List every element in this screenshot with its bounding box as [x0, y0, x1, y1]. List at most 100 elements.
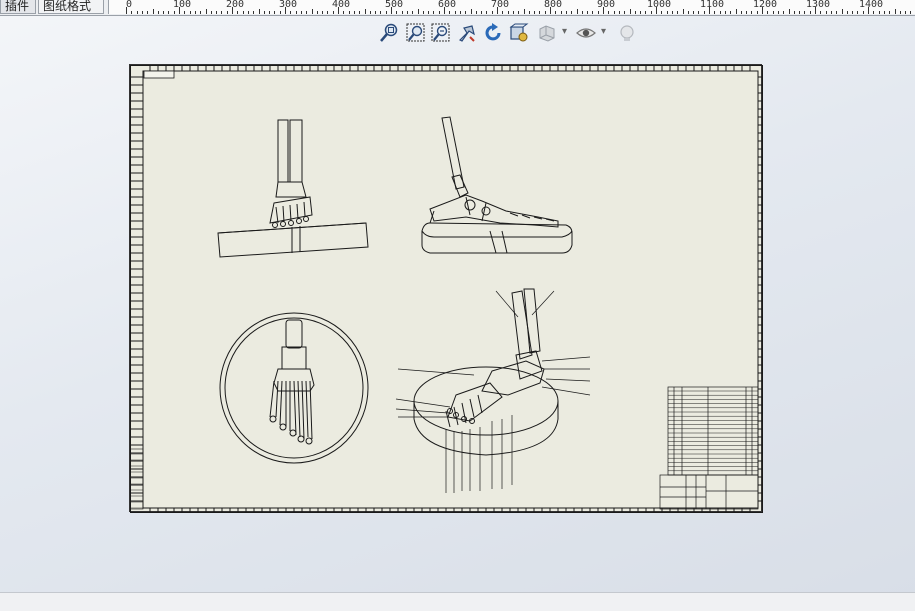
- pan-icon[interactable]: [456, 22, 478, 44]
- ruler-tick: [417, 9, 419, 14]
- ruler-tick: [497, 7, 498, 14]
- rotate-icon[interactable]: [482, 22, 504, 44]
- ruler-tick: [565, 11, 567, 14]
- ruler-tick: [656, 7, 657, 14]
- tab-plugins-label: 插件: [5, 0, 30, 13]
- bom-rows: [668, 390, 758, 476]
- ruler-tick: [878, 11, 880, 14]
- ruler-label: 500: [385, 0, 404, 10]
- ruler-tick: [512, 11, 514, 14]
- ruler-tick: [661, 11, 663, 14]
- ruler-tick: [465, 11, 467, 14]
- zoom-in-out-icon[interactable]: [430, 22, 452, 44]
- ruler-tick: [348, 11, 350, 14]
- zoom-to-area-icon[interactable]: [405, 22, 427, 44]
- ruler-tick: [624, 11, 626, 14]
- display-style-icon[interactable]: [536, 22, 558, 44]
- ruler-tick: [316, 11, 318, 14]
- ruler-tick: [141, 11, 143, 14]
- top-strip: 插件 图纸格式 0 100 200 300 400 500 600 700 80…: [0, 0, 915, 16]
- tab-sheet-format[interactable]: 图纸格式: [38, 0, 104, 14]
- ruler-tick: [576, 9, 578, 14]
- ruler-tick: [375, 11, 377, 14]
- ruler-tick: [555, 11, 557, 14]
- ruler-tick: [237, 11, 239, 14]
- ruler-tick: [756, 11, 758, 14]
- ruler-label: 1000: [647, 0, 672, 10]
- ruler-label: 1300: [806, 0, 831, 10]
- apply-scene-icon[interactable]: [616, 22, 638, 44]
- ruler-label: 400: [332, 0, 351, 10]
- display-style-dropdown[interactable]: ▾: [562, 26, 567, 37]
- ruler-tick: [671, 11, 673, 14]
- ruler-tick: [735, 9, 737, 14]
- hide-show-dropdown[interactable]: ▾: [601, 26, 606, 37]
- ruler-tick: [295, 11, 297, 14]
- ruler-tick: [571, 11, 573, 14]
- ruler-tick: [820, 11, 822, 14]
- ruler-tick: [152, 9, 154, 14]
- ruler-tick: [539, 11, 541, 14]
- ruler-tick: [290, 11, 292, 14]
- ruler-tick: [698, 11, 700, 14]
- ruler-label: 800: [544, 0, 563, 10]
- ruler-tick: [491, 11, 493, 14]
- ruler-tick: [613, 11, 615, 14]
- ruler-label: 100: [173, 0, 192, 10]
- ruler-tick: [836, 11, 838, 14]
- ruler-tick: [401, 11, 403, 14]
- ruler-tick: [899, 11, 901, 14]
- ruler-tick: [693, 11, 695, 14]
- ruler-tick: [406, 11, 408, 14]
- ruler-tick: [830, 11, 832, 14]
- ruler-label: 900: [597, 0, 616, 10]
- ruler-tick: [173, 11, 175, 14]
- ruler-tick: [724, 11, 726, 14]
- ruler-tick: [163, 11, 165, 14]
- zoom-to-fit-icon[interactable]: [378, 22, 400, 44]
- ruler-tick: [454, 11, 456, 14]
- ruler-tick: [300, 11, 302, 14]
- ruler-tick: [285, 7, 286, 14]
- ruler-tick: [714, 11, 716, 14]
- ruler-tick: [364, 9, 366, 14]
- ruler-tick: [486, 11, 488, 14]
- ruler-tick: [247, 11, 249, 14]
- ruler-tick: [889, 11, 891, 14]
- ruler-tick: [608, 11, 610, 14]
- front-view: [217, 119, 369, 258]
- ruler-tick: [629, 9, 631, 14]
- ruler-tick: [391, 7, 392, 14]
- ruler-tick: [147, 11, 149, 14]
- ruler-tick: [703, 11, 705, 14]
- ruler-tick: [910, 11, 912, 14]
- ruler-tick: [131, 11, 133, 14]
- ruler-tick: [475, 11, 477, 14]
- ruler-tick: [343, 11, 345, 14]
- ruler-tick: [444, 7, 445, 14]
- ruler-tick: [311, 9, 313, 14]
- left-revision-table: [130, 448, 144, 510]
- drawing-sheet[interactable]: [129, 64, 763, 513]
- ruler-tick: [157, 11, 159, 14]
- ruler-tick: [894, 9, 896, 14]
- ruler-tick: [338, 7, 339, 14]
- side-view: [421, 116, 573, 254]
- tab-plugins[interactable]: 插件: [0, 0, 36, 14]
- ruler-tick: [481, 11, 483, 14]
- ruler-tick: [767, 11, 769, 14]
- ruler-tick: [279, 11, 281, 14]
- ruler-tick: [846, 11, 848, 14]
- ruler-tick: [332, 11, 334, 14]
- ruler-tick: [126, 7, 127, 14]
- view-orientation-icon[interactable]: [508, 22, 530, 44]
- ruler-tick: [905, 11, 907, 14]
- ruler-tick: [862, 11, 864, 14]
- ruler-tick: [306, 11, 308, 14]
- ruler-tick: [815, 7, 816, 14]
- ruler-label: 1100: [700, 0, 725, 10]
- ruler-label: 200: [226, 0, 245, 10]
- hide-show-items-icon[interactable]: [575, 22, 597, 44]
- status-bar: [0, 592, 915, 611]
- ruler-tick: [868, 7, 869, 14]
